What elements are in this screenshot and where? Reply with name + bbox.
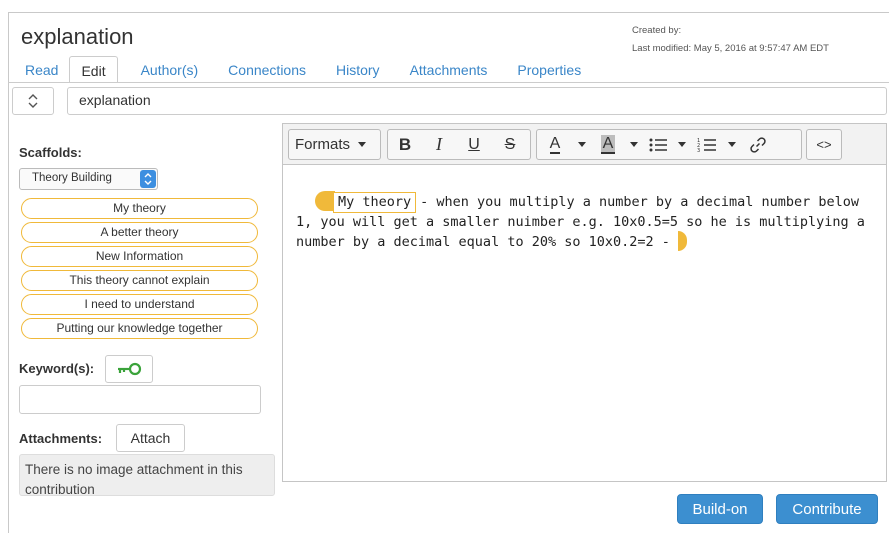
- scaffold-tag[interactable]: My theory: [333, 192, 417, 213]
- tab-bar: Read Edit Author(s) Connections History …: [14, 56, 592, 83]
- tab-connections[interactable]: Connections: [217, 56, 317, 83]
- attach-button[interactable]: Attach: [116, 424, 185, 452]
- bg-color-button[interactable]: A: [591, 130, 625, 159]
- numbered-list-dropdown[interactable]: [723, 130, 741, 159]
- scaffold-select-value: Theory Building: [32, 172, 112, 184]
- keywords-input[interactable]: [19, 385, 261, 414]
- scaffold-better-theory[interactable]: A better theory: [21, 222, 258, 243]
- editor-content[interactable]: My theory - when you multiply a number by…: [296, 191, 876, 251]
- link-icon: [750, 136, 766, 153]
- chevron-down-icon: [678, 142, 686, 147]
- scaffold-end-marker: [678, 231, 688, 251]
- text-color-dropdown[interactable]: [573, 130, 591, 159]
- formats-label: Formats: [295, 136, 351, 153]
- insert-link-button[interactable]: [741, 130, 775, 159]
- title-input[interactable]: explanation: [67, 87, 887, 115]
- scaffold-need-to-understand[interactable]: I need to understand: [21, 294, 258, 315]
- scaffold-select[interactable]: Theory Building: [19, 168, 158, 190]
- italic-button[interactable]: I: [422, 130, 456, 159]
- bg-color-label: A: [600, 135, 616, 154]
- chevron-down-icon: [358, 142, 367, 147]
- tab-attachments[interactable]: Attachments: [399, 56, 499, 83]
- tab-edit[interactable]: Edit: [69, 56, 118, 83]
- svg-text:3: 3: [697, 148, 700, 153]
- scaffold-start-marker: [315, 191, 335, 211]
- tab-history[interactable]: History: [325, 56, 391, 83]
- tab-divider: [8, 82, 889, 83]
- numbered-list-button[interactable]: 1 2 3: [691, 130, 723, 159]
- tab-properties[interactable]: Properties: [506, 56, 592, 83]
- bullet-list-icon: [649, 138, 667, 151]
- page-title: explanation: [21, 24, 134, 49]
- contribute-button[interactable]: Contribute: [776, 494, 878, 524]
- scaffold-list: My theory A better theory New Informatio…: [21, 198, 258, 342]
- last-modified: Last modified: May 5, 2016 at 9:57:47 AM…: [632, 43, 829, 54]
- add-keyword-button[interactable]: [105, 355, 153, 383]
- scaffold-my-theory[interactable]: My theory: [21, 198, 258, 219]
- bullet-list-dropdown[interactable]: [673, 130, 691, 159]
- format-group: A A 1 2 3: [536, 129, 802, 160]
- rich-text-editor: Formats B I U S A A 1 2 3 <> My theory -…: [282, 123, 887, 482]
- text-style-group: B I U S: [387, 129, 531, 160]
- chevron-down-icon: [728, 142, 736, 147]
- scaffold-new-information[interactable]: New Information: [21, 246, 258, 267]
- text-color-label: A: [549, 135, 561, 154]
- bullet-list-button[interactable]: [643, 130, 673, 159]
- tab-authors[interactable]: Author(s): [130, 56, 210, 83]
- scaffold-cannot-explain[interactable]: This theory cannot explain: [21, 270, 258, 291]
- scaffolds-label: Scaffolds:: [19, 145, 82, 160]
- key-icon: [118, 362, 142, 376]
- formats-dropdown[interactable]: Formats: [288, 129, 381, 160]
- underline-button[interactable]: U: [456, 130, 492, 159]
- scaffold-knowledge-together[interactable]: Putting our knowledge together: [21, 318, 258, 339]
- keywords-label: Keyword(s):: [19, 361, 95, 376]
- select-arrows-icon: [140, 170, 156, 188]
- attachment-empty-message: There is no image attachment in this con…: [19, 454, 275, 496]
- attachments-label: Attachments:: [19, 431, 103, 446]
- tab-read[interactable]: Read: [14, 56, 69, 83]
- strikethrough-button[interactable]: S: [492, 130, 528, 159]
- code-icon: <>: [816, 137, 832, 152]
- chevron-down-icon: [630, 142, 638, 147]
- build-on-button[interactable]: Build-on: [677, 494, 763, 524]
- chevron-down-icon: [578, 142, 586, 147]
- editor-toolbar: Formats B I U S A A 1 2 3 <>: [283, 124, 886, 165]
- bold-button[interactable]: B: [388, 130, 422, 159]
- up-down-chevron-icon: [28, 94, 38, 108]
- source-code-button[interactable]: <>: [806, 129, 842, 160]
- numbered-list-icon: 1 2 3: [697, 138, 716, 153]
- title-selector-button[interactable]: [12, 87, 54, 115]
- bg-color-dropdown[interactable]: [625, 130, 643, 159]
- created-by: Created by:: [632, 25, 682, 36]
- text-color-button[interactable]: A: [537, 130, 573, 159]
